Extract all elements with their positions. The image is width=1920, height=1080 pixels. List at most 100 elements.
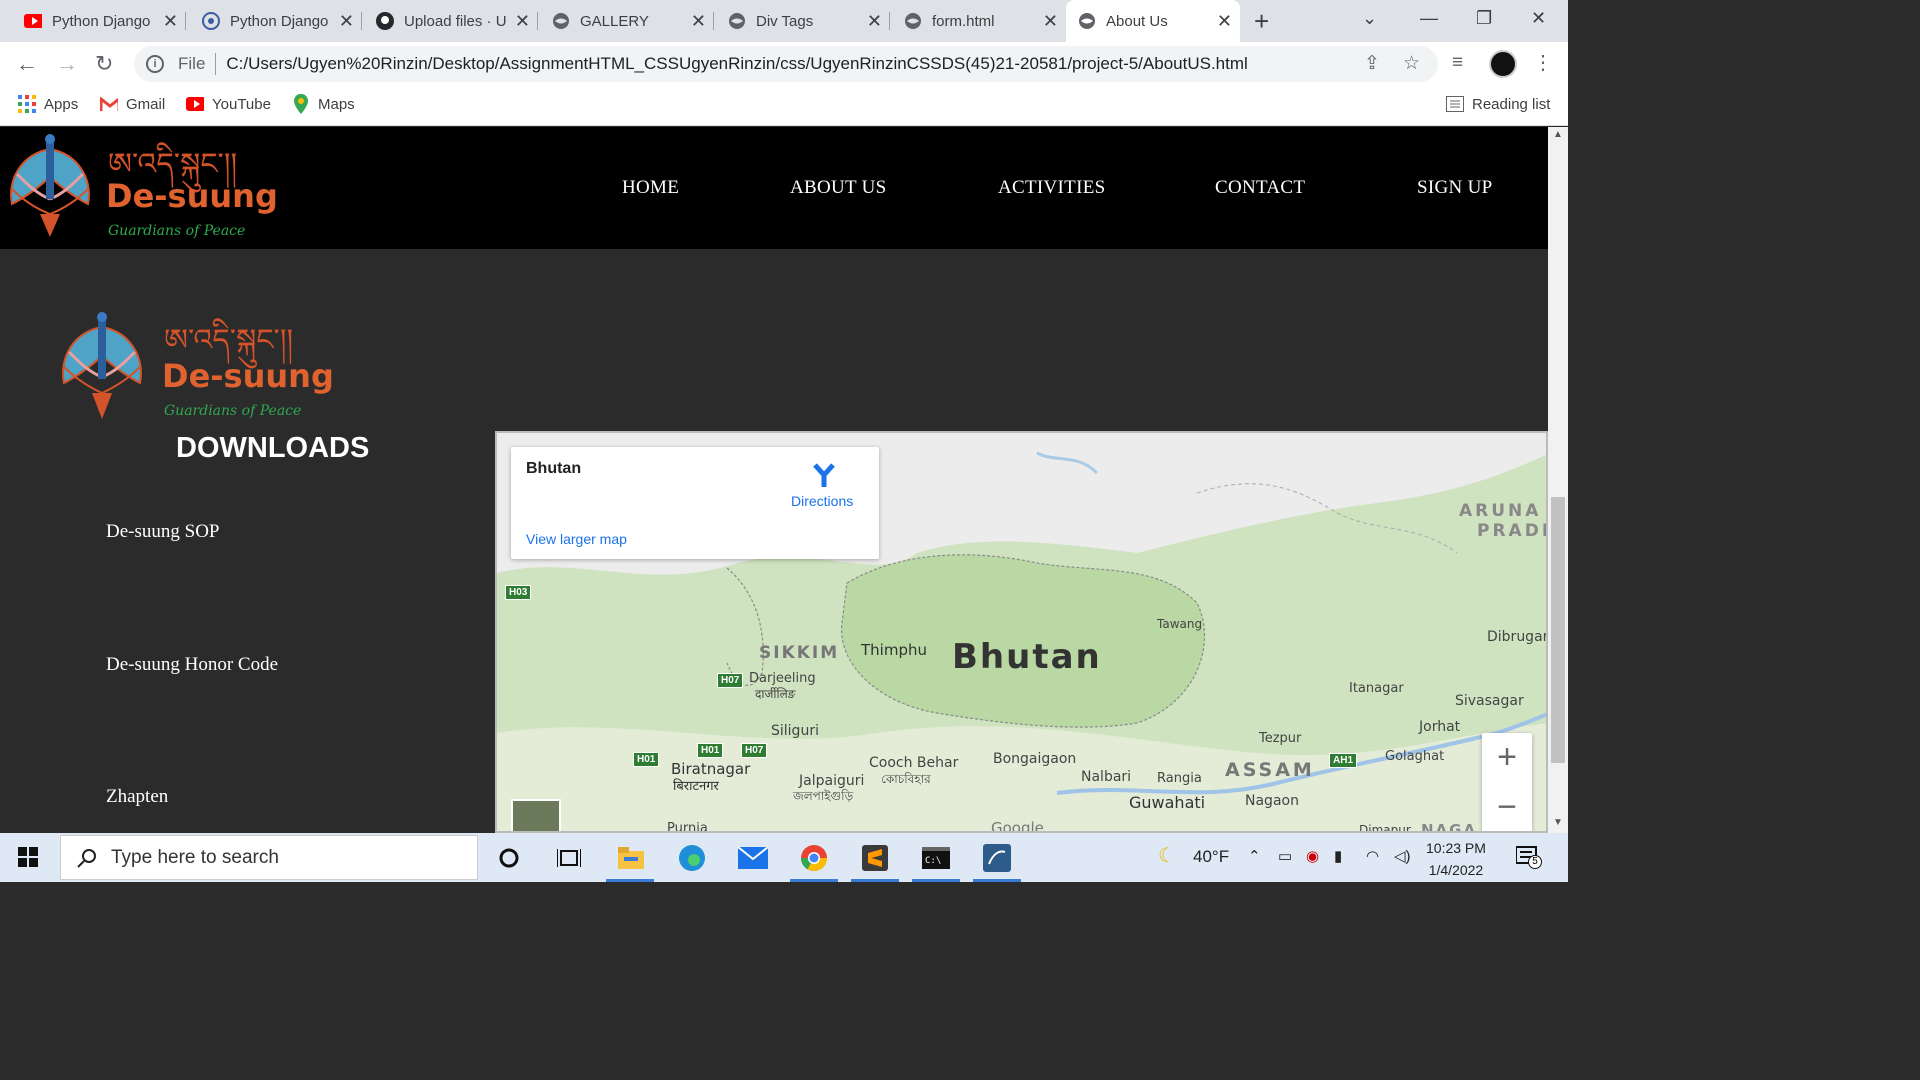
bookmark-apps[interactable]: Apps <box>18 95 78 113</box>
google-map-embed[interactable]: Bhutan Directions View larger map Bhutan… <box>495 431 1548 833</box>
browser-toolbar: ← → ↻ i File C:/Users/Ugyen%20Rinzin/Des… <box>0 42 1568 86</box>
map-label-jalpaiguri-local: জলপাইগুড়ি <box>793 789 854 803</box>
nav-home[interactable]: HOME <box>622 177 679 199</box>
tab-gallery[interactable]: GALLERY ✕ <box>538 0 714 42</box>
site-logo[interactable]: ཨ་འདི་སྐུང་།། De-suung Guardians of Peac… <box>2 129 278 245</box>
wifi-icon[interactable]: ◠ <box>1366 847 1379 865</box>
weather-temperature[interactable]: 40°F <box>1193 847 1229 867</box>
chrome-icon[interactable] <box>797 841 831 875</box>
tab-python-django-1[interactable]: Python Django ✕ <box>0 0 186 42</box>
minimize-icon[interactable]: — <box>1420 8 1438 29</box>
desuung-emblem-icon <box>10 134 90 237</box>
svg-text:C:\: C:\ <box>925 856 941 866</box>
download-honor-code-link[interactable]: De-suung Honor Code <box>106 654 278 676</box>
map-label-itanagar: Itanagar <box>1349 681 1404 696</box>
reading-list-button[interactable]: Reading list <box>1446 95 1550 113</box>
window-close-icon[interactable]: ✕ <box>1531 8 1546 29</box>
forward-arrow-icon[interactable]: → <box>56 51 78 77</box>
cortana-icon[interactable] <box>492 841 526 875</box>
site-header: ཨ་འདི་སྐུང་།། De-suung Guardians of Peac… <box>0 127 1548 249</box>
close-icon[interactable]: ✕ <box>515 11 530 32</box>
windows-start-icon[interactable] <box>18 847 38 867</box>
task-view-icon[interactable] <box>552 841 586 875</box>
scroll-down-arrow-icon[interactable]: ▼ <box>1553 817 1563 828</box>
taskbar-search-box[interactable]: Type here to search <box>60 835 478 880</box>
share-icon[interactable]: ⇪ <box>1364 52 1380 75</box>
active-app-indicator <box>790 879 838 882</box>
mysql-workbench-icon[interactable] <box>980 841 1014 875</box>
edge-browser-icon[interactable] <box>675 841 709 875</box>
zoom-out-button[interactable]: − <box>1482 783 1532 831</box>
battery-icon[interactable]: ▮ <box>1334 847 1342 865</box>
volume-icon[interactable]: ◁) <box>1394 847 1411 865</box>
reload-icon[interactable]: ↻ <box>95 51 113 77</box>
content-logo: ཨ་འདི་སྐུང་།། De-suung Guardians of Peac… <box>54 305 334 425</box>
url-text[interactable]: C:/Users/Ugyen%20Rinzin/Desktop/Assignme… <box>226 54 1247 74</box>
security-alert-icon[interactable]: ◉ <box>1306 847 1319 865</box>
directions-icon[interactable] <box>811 461 837 487</box>
tab-search-chevron-icon[interactable]: ⌄ <box>1362 8 1377 29</box>
tab-upload-files[interactable]: Upload files · U ✕ <box>362 0 538 42</box>
globe-icon <box>1078 12 1096 30</box>
meet-now-icon[interactable]: ▭ <box>1278 847 1292 865</box>
file-explorer-icon[interactable] <box>614 841 648 875</box>
terminal-icon[interactable]: C:\ <box>919 841 953 875</box>
globe-icon <box>552 12 570 30</box>
tab-python-django-2[interactable]: Python Django ✕ <box>186 0 362 42</box>
close-icon[interactable]: ✕ <box>1043 11 1058 32</box>
tab-about-us[interactable]: About Us ✕ <box>1066 0 1240 42</box>
tab-form-html[interactable]: form.html ✕ <box>890 0 1066 42</box>
close-icon[interactable]: ✕ <box>1217 11 1232 32</box>
close-icon[interactable]: ✕ <box>339 11 354 32</box>
sublime-text-icon[interactable] <box>858 841 892 875</box>
media-queue-icon[interactable]: ≡ <box>1452 52 1463 74</box>
map-label-arunachal: ARUNA <box>1459 501 1542 521</box>
map-label-pradesh: PRADI <box>1477 521 1548 541</box>
satellite-toggle-thumbnail[interactable] <box>511 799 561 831</box>
search-placeholder: Type here to search <box>111 846 279 868</box>
system-clock[interactable]: 10:23 PM 1/4/2022 <box>1426 837 1486 881</box>
scroll-up-arrow-icon[interactable]: ▲ <box>1553 129 1563 140</box>
active-app-indicator <box>851 879 899 882</box>
bookmark-star-icon[interactable]: ☆ <box>1403 52 1420 75</box>
restore-icon[interactable]: ❐ <box>1476 8 1492 29</box>
map-label-sikkim: SIKKIM <box>759 643 840 663</box>
page-scrollbar[interactable]: ▲ ▼ <box>1548 127 1568 833</box>
reading-list-icon <box>1446 95 1464 113</box>
close-icon[interactable]: ✕ <box>867 11 882 32</box>
directions-link[interactable]: Directions <box>791 493 853 509</box>
nav-sign-up[interactable]: SIGN UP <box>1417 177 1492 199</box>
active-app-indicator <box>606 879 654 882</box>
tab-div-tags[interactable]: Div Tags ✕ <box>714 0 890 42</box>
profile-avatar[interactable] <box>1489 50 1517 78</box>
address-bar[interactable]: i File C:/Users/Ugyen%20Rinzin/Desktop/A… <box>134 46 1438 82</box>
close-icon[interactable]: ✕ <box>691 11 706 32</box>
bookmark-maps[interactable]: Maps <box>292 94 355 114</box>
view-larger-map-link[interactable]: View larger map <box>526 531 627 547</box>
nav-about-us[interactable]: ABOUT US <box>790 177 887 199</box>
notification-center-button[interactable]: 5 <box>1515 845 1542 869</box>
logo-tagline: Guardians of Peace <box>164 403 302 419</box>
back-arrow-icon[interactable]: ← <box>16 51 38 77</box>
mail-icon[interactable] <box>736 841 770 875</box>
close-icon[interactable]: ✕ <box>163 11 178 32</box>
scrollbar-thumb[interactable] <box>1551 497 1565 763</box>
new-tab-button[interactable]: + <box>1254 6 1269 37</box>
python-icon <box>202 12 220 30</box>
bookmark-youtube[interactable]: YouTube <box>186 95 271 113</box>
show-hidden-icons-chevron-icon[interactable]: ⌃ <box>1248 847 1261 865</box>
nav-contact[interactable]: CONTACT <box>1215 177 1305 199</box>
bookmark-gmail[interactable]: Gmail <box>100 95 165 113</box>
nav-activities[interactable]: ACTIVITIES <box>998 177 1105 199</box>
zoom-in-button[interactable]: + <box>1482 733 1532 783</box>
scheme-label: File <box>178 54 206 73</box>
download-zhapten-link[interactable]: Zhapten <box>106 786 168 808</box>
info-icon[interactable]: i <box>146 55 164 73</box>
moon-weather-icon[interactable]: ☾ <box>1158 843 1176 868</box>
menu-kebab-icon[interactable]: ⋮ <box>1533 50 1553 75</box>
map-label-bhutan: Bhutan <box>952 637 1102 677</box>
tab-title: Div Tags <box>756 12 814 30</box>
globe-icon <box>728 12 746 30</box>
download-sop-link[interactable]: De-suung SOP <box>106 521 219 543</box>
logo-brand-text: De-suung <box>162 357 334 395</box>
